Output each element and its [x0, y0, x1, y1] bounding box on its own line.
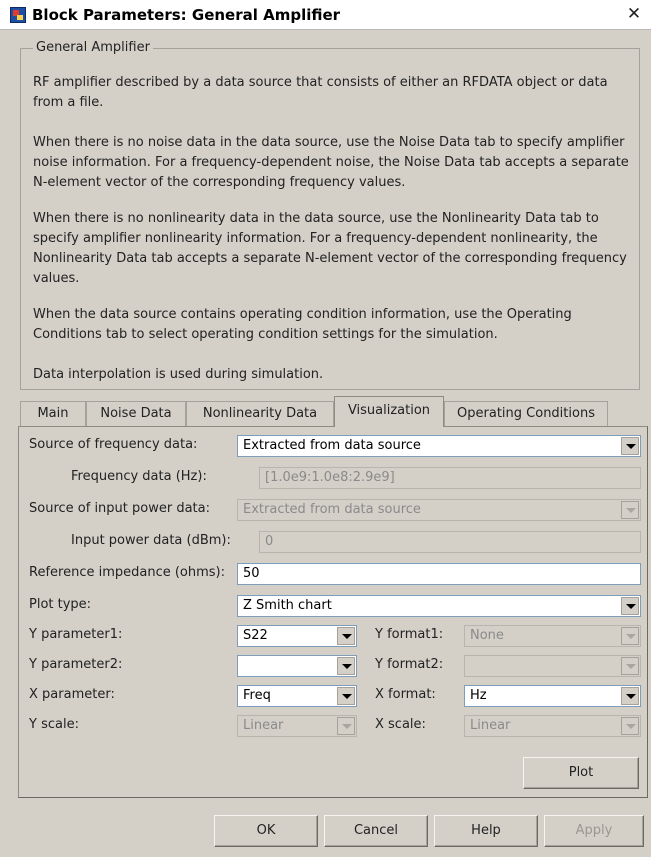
description-paragraph: Data interpolation is used during simula… [33, 367, 324, 382]
window-title: Block Parameters: General Amplifier [32, 6, 341, 24]
x-scale-label: X scale: [375, 717, 426, 732]
source-power-label: Source of input power data: [29, 501, 210, 516]
x-param-label: X parameter: [29, 687, 115, 702]
y-param1-dropdown[interactable]: S22 [237, 625, 357, 647]
chevron-down-icon [621, 627, 639, 645]
input-power-field[interactable]: 0 [259, 531, 641, 553]
freq-data-label: Frequency data (Hz): [71, 469, 207, 484]
chevron-down-icon [621, 501, 639, 519]
source-freq-dropdown[interactable]: Extracted from data source [237, 435, 641, 457]
ref-impedance-label: Reference impedance (ohms): [29, 565, 226, 580]
chevron-down-icon [621, 687, 639, 705]
close-icon[interactable]: ✕ [625, 4, 643, 24]
description-group: General Amplifier RF amplifier described… [20, 40, 640, 390]
source-power-dropdown[interactable]: Extracted from data source [237, 499, 641, 521]
y-format2-dropdown[interactable] [464, 655, 641, 677]
tab-main[interactable]: Main [20, 401, 86, 426]
chevron-down-icon [337, 657, 355, 675]
tab-operating-conditions[interactable]: Operating Conditions [444, 401, 608, 426]
chevron-down-icon [337, 627, 355, 645]
y-param2-dropdown[interactable] [237, 655, 357, 677]
simulink-block-icon [10, 7, 26, 23]
chevron-down-icon [337, 687, 355, 705]
visualization-panel: Source of frequency data: Extracted from… [18, 426, 648, 798]
y-scale-dropdown[interactable]: Linear [237, 715, 357, 737]
ok-button[interactable]: OK [214, 815, 318, 847]
y-format1-label: Y format1: [375, 627, 444, 642]
freq-data-field[interactable]: [1.0e9:1.0e8:2.9e9] [259, 467, 641, 489]
chevron-down-icon [337, 717, 355, 735]
y-param2-label: Y parameter2: [29, 657, 123, 672]
plot-type-label: Plot type: [29, 597, 92, 612]
group-title: General Amplifier [33, 40, 153, 55]
description-paragraph: When the data source contains operating … [33, 307, 572, 342]
plot-type-dropdown[interactable]: Z Smith chart [237, 595, 641, 617]
input-power-label: Input power data (dBm): [71, 533, 231, 548]
x-format-label: X format: [375, 687, 436, 702]
source-freq-label: Source of frequency data: [29, 437, 198, 452]
tab-strip: Main Noise Data Nonlinearity Data Visual… [18, 396, 648, 427]
tab-noise-data[interactable]: Noise Data [86, 401, 186, 426]
y-scale-label: Y scale: [29, 717, 79, 732]
description-paragraph: RF amplifier described by a data source … [33, 75, 608, 110]
chevron-down-icon [621, 657, 639, 675]
chevron-down-icon [621, 437, 639, 455]
chevron-down-icon [621, 597, 639, 615]
y-param1-label: Y parameter1: [29, 627, 123, 642]
help-button[interactable]: Help [434, 815, 538, 847]
tab-visualization[interactable]: Visualization [334, 396, 444, 427]
description-paragraph: When there is no nonlinearity data in th… [33, 211, 627, 286]
chevron-down-icon [621, 717, 639, 735]
cancel-button[interactable]: Cancel [324, 815, 428, 847]
y-format2-label: Y format2: [375, 657, 444, 672]
ref-impedance-field[interactable]: 50 [237, 563, 641, 585]
dialog-window: Block Parameters: General Amplifier ✕ Ge… [0, 0, 651, 857]
x-scale-dropdown[interactable]: Linear [464, 715, 641, 737]
y-format1-dropdown[interactable]: None [464, 625, 641, 647]
title-bar: Block Parameters: General Amplifier ✕ [0, 0, 651, 30]
x-format-dropdown[interactable]: Hz [464, 685, 641, 707]
x-param-dropdown[interactable]: Freq [237, 685, 357, 707]
apply-button[interactable]: Apply [544, 815, 644, 847]
tab-nonlinearity-data[interactable]: Nonlinearity Data [186, 401, 334, 426]
description-paragraph: When there is no noise data in the data … [33, 135, 629, 190]
plot-button[interactable]: Plot [523, 757, 639, 789]
